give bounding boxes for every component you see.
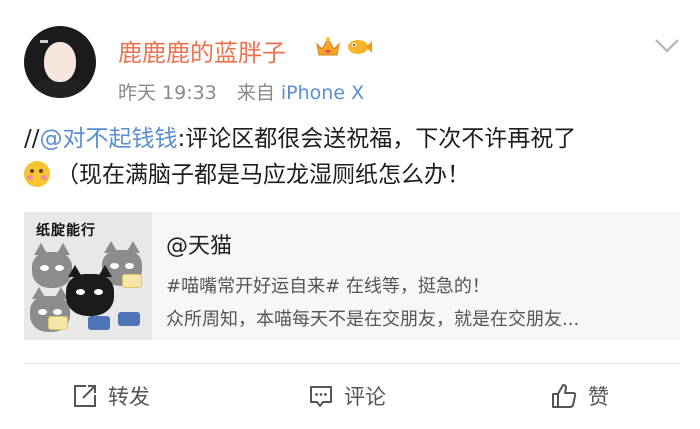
like-label: 赞 [588,385,609,409]
tissue-pack-icon [88,316,110,330]
post-text-line1: :评论区都很会送祝福，下次不许再祝了 [177,126,577,152]
tissue-roll-icon [48,316,68,330]
post-text: //@对不起钱钱:评论区都很会送祝福，下次不许再祝了 （现在满脑子都是马应龙湿厕纸… [24,121,684,193]
thumbnail-caption: 纸腚能行 [36,223,96,239]
post-meta: 昨天 19:33 来自 iPhone X [118,78,364,105]
gray-cat-icon [32,243,72,288]
share-label: 转发 [108,385,150,409]
blush-emoji-icon [24,161,50,187]
link-card[interactable]: 纸腚能行 @天猫 #喵嘴常开好运自来# 在线等，挺急的！ 众所周知，本喵每天不是… [24,212,680,340]
divider [24,363,680,364]
post-time: 昨天 19:33 [118,82,217,104]
username[interactable]: 鹿鹿鹿的蓝胖子 [118,33,286,68]
avatar-face [44,42,76,82]
comment-button[interactable]: 评论 [308,380,386,412]
thumbs-up-icon [552,384,577,408]
post-text-line2: （现在满脑子都是马应龙湿厕纸怎么办！ [56,162,470,188]
avatar[interactable] [24,26,96,98]
black-cat-icon [66,265,114,316]
repost-prefix: // [24,126,40,152]
mention-link[interactable]: @对不起钱钱 [40,126,178,152]
crown-badge-icon[interactable] [315,36,341,58]
card-text-line2: 众所周知，本喵每天不是在交朋友，就是在交朋友... [166,309,580,330]
avatar-body [28,80,92,98]
card-thumbnail: 纸腚能行 [24,212,152,340]
tissue-pack-icon [118,312,140,326]
card-text-line1: #喵嘴常开好运自来# 在线等，挺急的！ [166,276,490,297]
share-button[interactable]: 转发 [72,380,150,412]
comment-label: 评论 [344,385,386,409]
card-title: @天猫 [166,234,233,259]
source-label: 来自 [236,82,275,104]
like-button[interactable]: 赞 [550,380,609,412]
fish-badge-icon[interactable] [346,36,372,58]
share-icon [74,385,96,407]
tissue-roll-icon [122,274,142,288]
device-source[interactable]: iPhone X [281,82,364,104]
avatar-hairclip [40,40,48,43]
chevron-down-icon[interactable] [654,38,680,54]
comment-icon [310,386,332,407]
